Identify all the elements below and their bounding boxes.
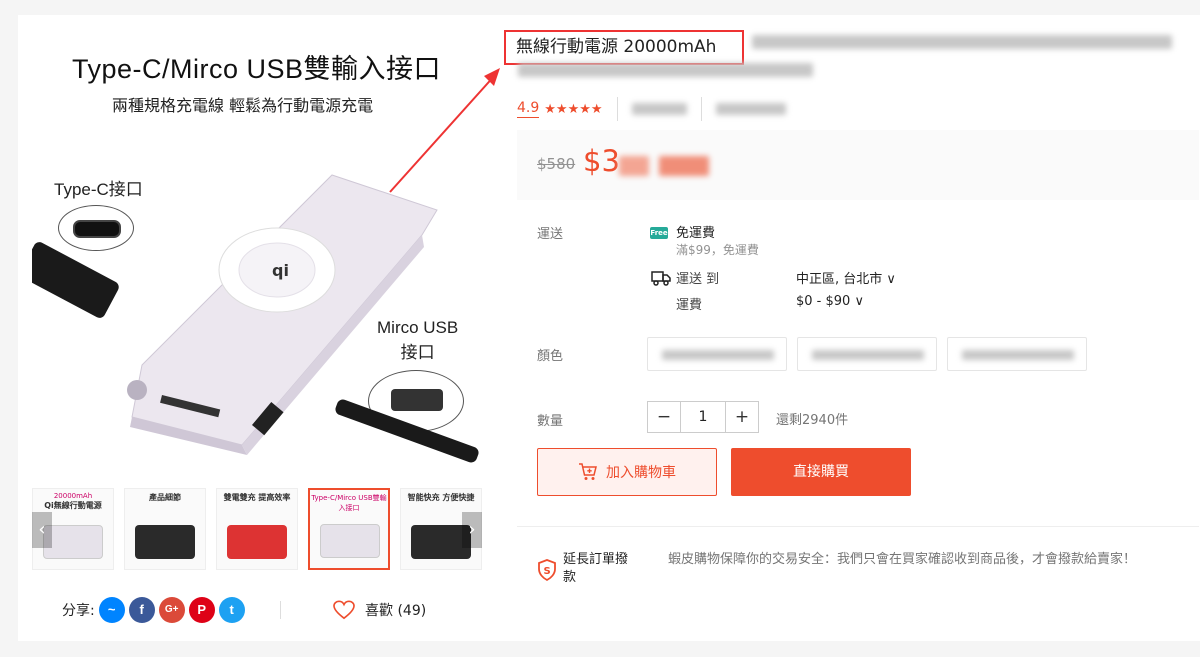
quantity-label: 數量 <box>537 414 564 429</box>
ship-to-label: 運送 到 <box>676 272 720 287</box>
share-like-divider <box>280 601 281 619</box>
ratings-count-redacted <box>631 103 687 115</box>
shield-icon: S <box>538 559 556 581</box>
like-button[interactable]: 喜歡 (49) <box>333 595 426 625</box>
google-plus-icon[interactable]: G+ <box>158 597 185 623</box>
product-title: 無線行動電源 20000mAh <box>504 30 744 65</box>
rating-score[interactable]: 4.9 <box>517 100 540 118</box>
share-bar: 分享: ~ f G+ P t <box>62 595 249 625</box>
rating-stars-icon: ★★★★★ <box>544 101 603 117</box>
guarantee-title: 延長訂單撥款 <box>563 552 629 585</box>
thumbnail-next-arrow[interactable]: › <box>462 512 482 548</box>
add-to-cart-label: 加入購物車 <box>606 465 676 481</box>
image-micro-usb-label: Mirco USB 接口 <box>377 318 459 362</box>
quantity-decrease-button[interactable]: − <box>648 402 680 432</box>
thumbnail-strip: 20000mAh Qi無線行動電源 產品細節 雙電雙充 提高效率 Type-C/… <box>32 488 482 572</box>
shipping-fee-label: 運費 <box>676 298 703 313</box>
rating-bar: 4.9 ★★★★★ <box>517 97 786 121</box>
like-count: 喜歡 (49) <box>365 603 427 619</box>
price-panel: $580 $3 <box>517 130 1199 200</box>
quantity-increase-button[interactable]: + <box>726 402 758 432</box>
thumbnail-2[interactable]: 產品細節 <box>124 488 206 570</box>
share-label: 分享: <box>62 603 95 619</box>
variation-option-2[interactable] <box>797 337 937 371</box>
messenger-icon[interactable]: ~ <box>98 597 125 623</box>
section-divider <box>517 526 1199 527</box>
truck-icon <box>651 271 671 286</box>
original-price: $580 <box>537 155 576 173</box>
facebook-icon[interactable]: f <box>128 597 155 623</box>
pinterest-icon[interactable]: P <box>188 597 215 623</box>
buy-now-button[interactable]: 直接購買 <box>731 448 911 496</box>
thumbnail-3[interactable]: 雙電雙充 提高效率 <box>216 488 298 570</box>
variation-option-3[interactable] <box>947 337 1087 371</box>
annotation-arrow <box>389 68 500 193</box>
cart-icon <box>579 463 597 480</box>
quantity-input[interactable]: 1 <box>680 402 726 432</box>
stock-remaining: 還剩2940件 <box>776 413 849 428</box>
product-card: Type-C/Mirco USB雙輸入接口 兩種規格充電線 輕鬆為行動電源充電 … <box>18 15 1200 641</box>
free-shipping-note: 滿$99，免運費 <box>676 243 759 257</box>
thumbnail-prev-arrow[interactable]: ‹ <box>32 512 52 548</box>
price-redacted <box>619 156 649 176</box>
title-redacted-line2 <box>518 63 813 77</box>
variation-option-1[interactable] <box>647 337 787 371</box>
free-shipping-icon: Free <box>650 227 668 239</box>
sale-price: $3 <box>583 144 620 178</box>
ship-to-dropdown[interactable]: 中正區, 台北市 ∨ <box>796 268 896 287</box>
title-redacted <box>752 35 1172 49</box>
free-shipping-title: 免運費 <box>676 226 716 241</box>
guarantee-description: 蝦皮購物保障你的交易安全：我們只會在買家確認收到商品後，才會撥款給賣家！ <box>668 552 1137 567</box>
heart-icon <box>333 600 355 620</box>
svg-text:S: S <box>544 566 551 577</box>
twitter-icon[interactable]: t <box>218 597 245 623</box>
image-subheadline: 兩種規格充電線 輕鬆為行動電源充電 <box>112 96 374 115</box>
price-redacted-2 <box>659 156 709 176</box>
sold-count-redacted <box>715 103 786 115</box>
shipping-label: 運送 <box>537 227 564 242</box>
quantity-stepper: − 1 + <box>647 401 759 433</box>
svg-text:qi: qi <box>272 261 289 280</box>
add-to-cart-button[interactable]: 加入購物車 <box>537 448 717 496</box>
shipping-fee-dropdown[interactable]: $0 - $90 ∨ <box>796 294 864 309</box>
thumbnail-4-selected[interactable]: Type-C/Mirco USB雙輸入接口 <box>308 488 390 570</box>
variation-label: 顏色 <box>537 349 564 364</box>
